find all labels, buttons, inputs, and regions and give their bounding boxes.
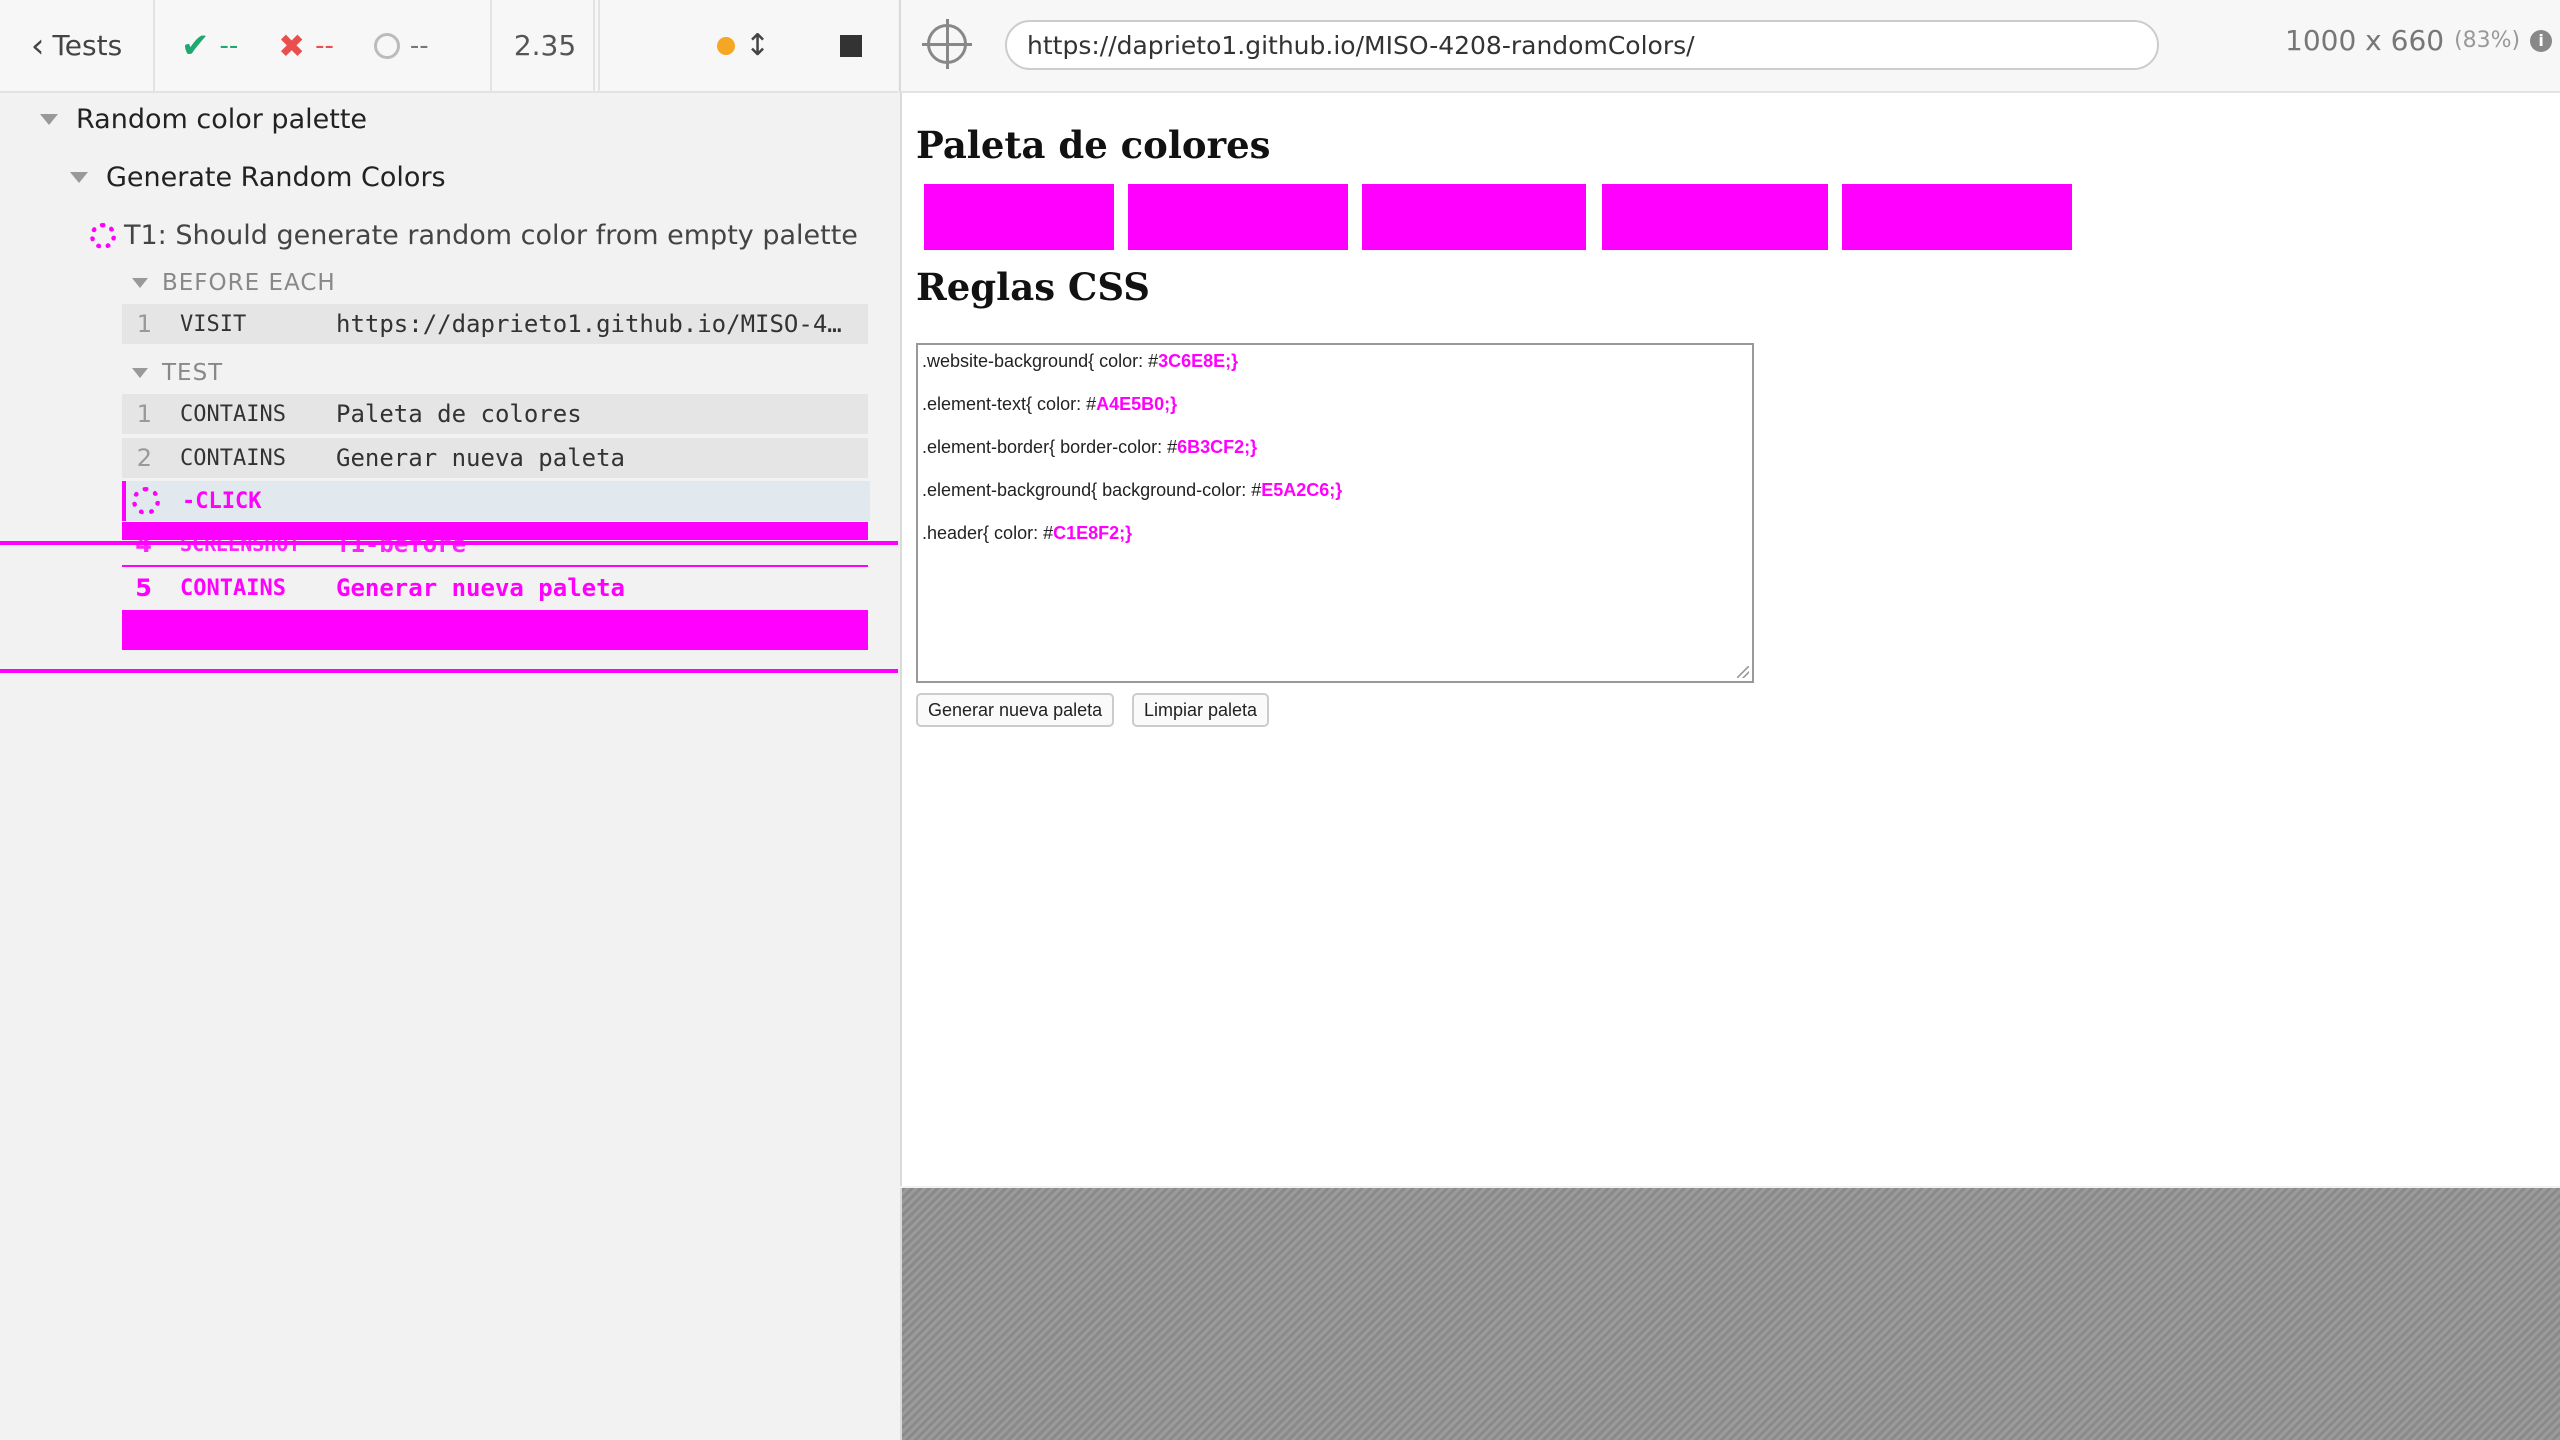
css-rule: .header{ color: # C1E8F2;} xyxy=(922,523,1748,566)
test-header[interactable]: TEST xyxy=(132,360,223,386)
css-rule: .element-border{ border-color: #6B3CF2;} xyxy=(922,437,1748,480)
app-under-test: Paleta de colores Reglas CSS .website-ba… xyxy=(900,93,2560,1186)
command-name: -CLICK xyxy=(182,488,262,514)
describe-title: Generate Random Colors xyxy=(106,162,446,193)
css-rules-textarea[interactable]: .website-background{ color: #3C6E8E;} .e… xyxy=(916,343,1754,683)
css-rule-text: .element-text{ color: # xyxy=(922,394,1097,414)
viewport-zoom: (83%) xyxy=(2454,28,2521,53)
css-rule-hex: C1E8F2;} xyxy=(1053,523,1133,543)
command-arg: Generar nueva paleta xyxy=(336,574,625,602)
before-each-label: BEFORE EACH xyxy=(162,270,336,296)
command-row-active[interactable]: -CLICK xyxy=(122,481,870,521)
before-each-header[interactable]: BEFORE EACH xyxy=(132,270,336,296)
color-swatch xyxy=(924,184,1114,250)
page-title: Paleta de colores xyxy=(916,123,1271,167)
command-name: CONTAINS xyxy=(180,401,286,427)
command-arg: Paleta de colores xyxy=(336,400,582,428)
scroll-toggle-icon[interactable]: ↕ xyxy=(745,28,770,63)
selector-playground-icon[interactable] xyxy=(922,19,972,69)
failed-stat: ✖ -- xyxy=(278,27,334,65)
describe-row[interactable]: Generate Random Colors xyxy=(70,162,446,193)
passed-count: -- xyxy=(219,30,239,61)
info-icon: i xyxy=(2530,29,2553,52)
runner-header: ‹ Tests ✔ -- ✖ -- -- 2.35 ↕ xyxy=(0,0,898,93)
command-name: CONTAINS xyxy=(180,445,286,471)
aut-header: https://daprieto1.github.io/MISO-4208-ra… xyxy=(899,0,2560,93)
suite-title: Random color palette xyxy=(76,104,368,135)
command-number: 5 xyxy=(135,574,152,602)
caret-down-icon xyxy=(132,368,148,378)
url-bar[interactable]: https://daprieto1.github.io/MISO-4208-ra… xyxy=(1005,20,2159,70)
command-row[interactable]: 4 SCREENSHOT T1-before xyxy=(122,526,868,562)
viewport-size: 1000 x 660 xyxy=(2285,24,2445,57)
command-row[interactable]: 1 CONTAINS Paleta de colores xyxy=(122,394,868,434)
caret-down-icon xyxy=(70,172,88,183)
running-spinner-icon xyxy=(132,487,160,515)
test-title: T1: Should generate random color from em… xyxy=(124,220,858,251)
running-spinner-icon xyxy=(90,222,116,249)
caret-down-icon xyxy=(40,114,58,125)
resize-handle-icon[interactable] xyxy=(1737,666,1749,678)
runner-controls: ↕ xyxy=(598,0,898,91)
suite-row[interactable]: Random color palette xyxy=(40,104,367,135)
stop-icon[interactable] xyxy=(840,34,862,57)
color-swatch xyxy=(1362,184,1586,250)
command-number: 1 xyxy=(136,310,152,338)
caret-down-icon xyxy=(132,278,148,288)
css-rule-text: .element-border{ border-color: # xyxy=(922,437,1178,457)
css-rule-text: .website-background{ color: # xyxy=(922,351,1159,371)
viewport-info[interactable]: 1000 x 660 (83%) i xyxy=(2285,24,2553,57)
pending-count: -- xyxy=(409,30,429,61)
pending-circle-icon xyxy=(373,32,400,59)
clear-palette-button[interactable]: Limpiar paleta xyxy=(1132,693,1270,727)
css-rule-hex: E5A2C6;} xyxy=(1261,480,1343,500)
command-name: VISIT xyxy=(180,311,247,337)
failed-count: -- xyxy=(315,30,334,61)
color-swatch xyxy=(1842,184,2072,250)
command-name: SCREENSHOT xyxy=(180,532,301,556)
command-arg: https://daprieto1.github.io/MISO-4… xyxy=(336,310,842,338)
command-number: 4 xyxy=(135,530,152,558)
chevron-left-icon: ‹ xyxy=(30,25,45,66)
duration-value: 2.35 xyxy=(513,29,577,62)
command-row[interactable]: 1 VISIT https://daprieto1.github.io/MISO… xyxy=(122,304,868,344)
css-section-title: Reglas CSS xyxy=(916,265,1150,309)
css-rule-hex: 6B3CF2;} xyxy=(1177,437,1258,457)
css-rule-text: .element-background{ background-color: # xyxy=(922,480,1262,500)
url-text: https://daprieto1.github.io/MISO-4208-ra… xyxy=(1027,30,1695,60)
command-number: 1 xyxy=(136,400,152,428)
css-rule: .element-text{ color: # A4E5B0;} xyxy=(922,394,1748,437)
command-arg: T1-before xyxy=(336,530,467,558)
generate-palette-button[interactable]: Generar nueva paleta xyxy=(916,693,1115,727)
test-row[interactable]: T1: Should generate random color from em… xyxy=(90,220,858,251)
test-label: TEST xyxy=(162,360,224,386)
css-rule-hex: A4E5B0;} xyxy=(1096,394,1178,414)
duration: 2.35 xyxy=(490,0,600,91)
command-number: 2 xyxy=(136,444,152,472)
command-name: CONTAINS xyxy=(180,575,286,601)
progress-bar xyxy=(122,610,868,650)
command-row[interactable]: 2 CONTAINS Generar nueva paleta xyxy=(122,438,868,478)
x-icon: ✖ xyxy=(278,26,306,65)
css-rule-hex: 3C6E8E;} xyxy=(1158,351,1239,371)
css-rule: .website-background{ color: #3C6E8E;} xyxy=(922,351,1748,394)
check-icon: ✔ xyxy=(181,25,210,66)
css-rule: .element-background{ background-color: #… xyxy=(922,480,1748,523)
command-arg: Generar nueva paleta xyxy=(336,444,625,472)
divider-line xyxy=(122,565,868,567)
color-swatch xyxy=(1128,184,1348,250)
command-row[interactable]: 5 CONTAINS Generar nueva paleta xyxy=(122,568,868,608)
running-indicator-icon xyxy=(716,36,735,55)
back-to-tests-button[interactable]: ‹ Tests xyxy=(0,0,155,91)
css-rule-text: .header{ color: # xyxy=(922,523,1054,543)
pending-stat: -- xyxy=(373,30,429,61)
divider-line xyxy=(0,669,898,673)
tests-label: Tests xyxy=(52,29,123,62)
viewport-overflow-area xyxy=(900,1188,2560,1440)
color-swatch xyxy=(1602,184,1828,250)
passed-stat: ✔ -- xyxy=(181,26,238,66)
